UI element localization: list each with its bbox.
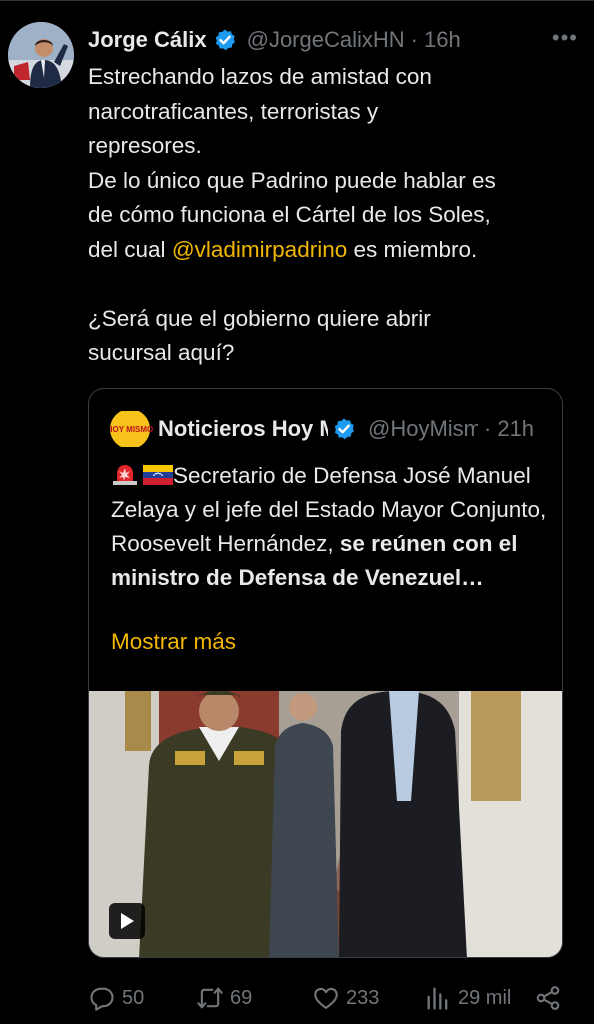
more-options-icon[interactable]: •••	[552, 24, 578, 52]
quoted-tweet-time[interactable]: 21h	[497, 416, 534, 442]
repost-icon	[197, 987, 223, 1009]
tweet-line: del cual @vladimirpadrino es miembro.	[88, 233, 582, 268]
tweet-text: Estrechando lazos de amistad con narcotr…	[88, 60, 582, 371]
tweet-line: De lo único que Padrino puede hablar es	[88, 167, 496, 193]
author-handle[interactable]: @JorgeCalixHN	[247, 27, 405, 53]
share-icon	[536, 986, 560, 1010]
verified-badge-icon	[332, 417, 356, 441]
views-button[interactable]: 29 mil	[424, 984, 511, 1012]
tweet-text-segment: es miembro.	[347, 236, 478, 262]
show-more-link[interactable]: Mostrar más	[111, 629, 236, 655]
quoted-tweet-card[interactable]: HOY MISMO Noticieros Hoy Mismo @HoyMismo…	[88, 388, 563, 958]
views-chart-icon	[427, 987, 448, 1010]
tweet-line: sucursal aquí?	[88, 340, 235, 365]
tweet-line: represores.	[88, 133, 202, 158]
tweet-time[interactable]: 16h	[424, 27, 461, 53]
tweet-line: de cómo funciona el Cártel de los Soles,	[88, 202, 491, 227]
tweet-line: ¿Será que el gobierno quiere abrir	[88, 305, 431, 331]
mention-link[interactable]: @vladimirpadrino	[172, 237, 347, 262]
header-separator: ·	[484, 416, 492, 441]
video-thumbnail[interactable]	[89, 691, 562, 957]
share-button[interactable]	[534, 984, 562, 1012]
quoted-author-handle[interactable]: @HoyMismo	[368, 416, 478, 442]
like-button[interactable]: 233	[312, 984, 379, 1012]
reply-button[interactable]: 50	[88, 984, 144, 1012]
tweet-text-segment: del cual	[88, 236, 172, 262]
tweet-actions: 50 69 233 29 mil	[88, 980, 582, 1016]
views-count: 29 mil	[458, 986, 512, 1009]
like-count: 233	[346, 986, 380, 1009]
verified-badge-icon	[213, 28, 237, 52]
top-divider	[0, 0, 594, 1]
play-icon	[121, 913, 134, 929]
play-button[interactable]	[109, 903, 145, 939]
author-name[interactable]: Jorge Cálix	[88, 27, 207, 53]
repost-button[interactable]: 69	[196, 984, 252, 1012]
quoted-tweet-text: Secretario de Defensa José Manuel Zelaya…	[111, 459, 551, 595]
quoted-author-avatar[interactable]: HOY MISMO	[110, 411, 153, 447]
repost-count: 69	[230, 986, 253, 1009]
header-separator: ·	[410, 27, 418, 52]
quoted-tweet-header: HOY MISMO Noticieros Hoy Mismo @HoyMismo…	[110, 411, 550, 447]
venezuela-flag-icon	[143, 461, 173, 485]
tweet-header: Jorge Cálix @JorgeCalixHN · 16h •••	[88, 24, 580, 56]
reply-count: 50	[122, 986, 145, 1009]
tweet-line: narcotraficantes, terroristas y	[88, 98, 379, 124]
author-avatar[interactable]	[8, 22, 74, 88]
siren-emoji-icon	[111, 462, 139, 486]
quoted-author-name[interactable]: Noticieros Hoy Mismo	[158, 416, 328, 442]
tweet-line: Estrechando lazos de amistad con	[88, 64, 432, 89]
heart-icon	[314, 987, 338, 1009]
reply-icon	[90, 987, 114, 1011]
